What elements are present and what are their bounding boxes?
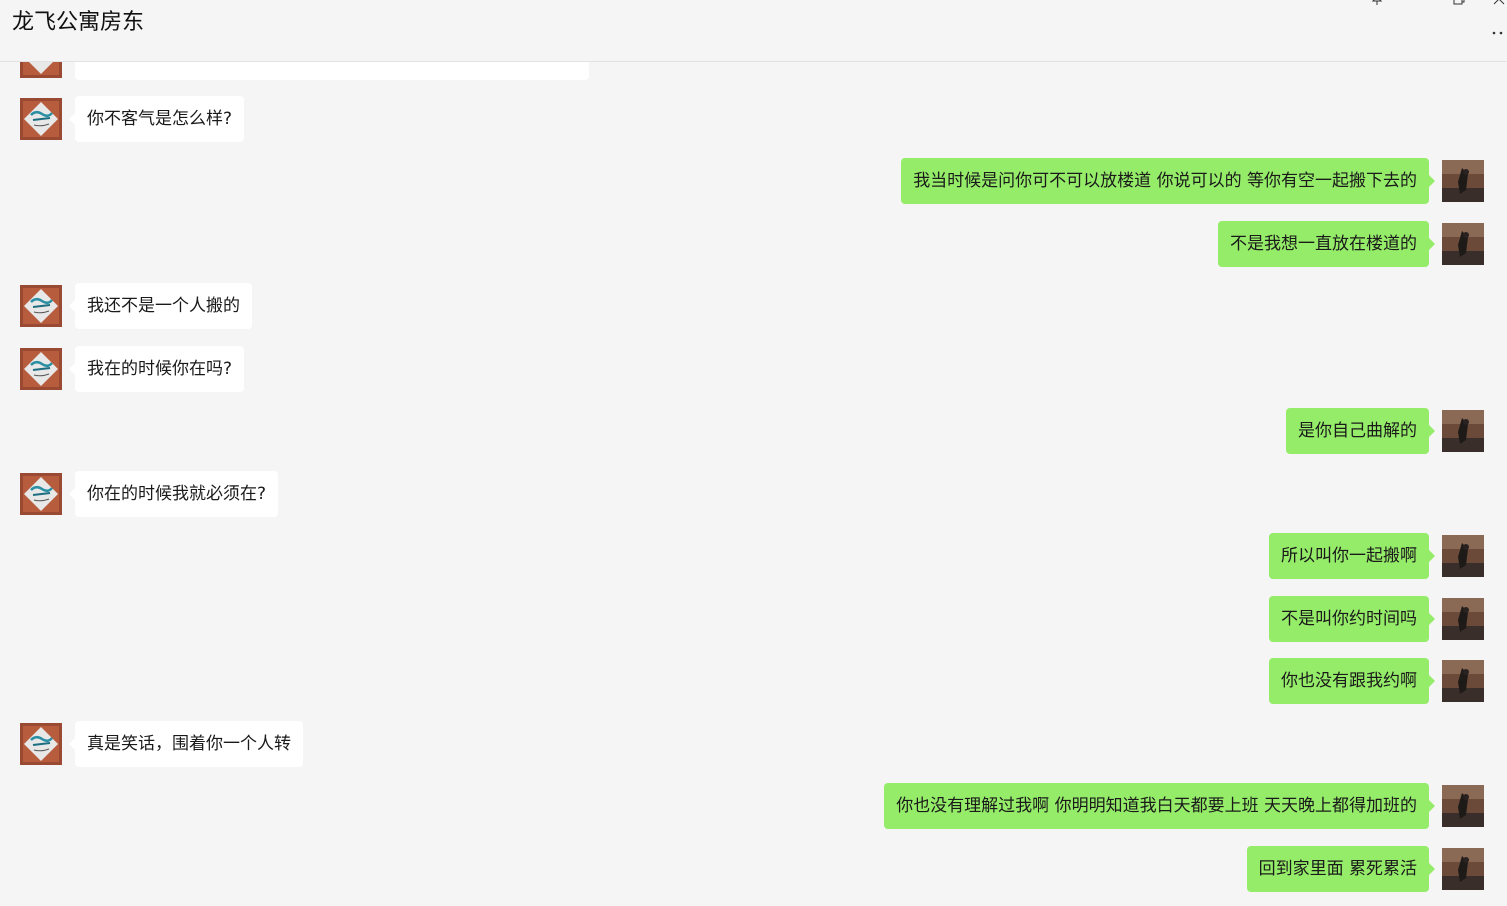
message-bubble[interactable]: 所以叫你一起搬啊 (1269, 533, 1435, 579)
message-bubble[interactable]: 你也没有理解过我啊 你明明知道我白天都要上班 天天晚上都得加班的 (884, 783, 1435, 829)
my-avatar[interactable] (1442, 785, 1484, 827)
message-bubble[interactable]: 我在的时候你在吗? (68, 346, 245, 392)
landlord-avatar[interactable] (20, 98, 62, 140)
my-avatar[interactable] (1442, 848, 1484, 890)
message-bubble[interactable]: 真是笑话，围着你一个人转 (69, 721, 303, 767)
message-list[interactable]: 你不客气是怎么样? 我当时候是问你可不可以放楼道 你说可以的 等你有空一起搬下去… (0, 0, 1507, 906)
message-bubble[interactable]: 你不客气是怎么样? (68, 96, 245, 142)
message-bubble[interactable]: 不是我想一直放在楼道的 (1218, 221, 1435, 267)
message-bubble[interactable]: 你在的时候我就必须在? (68, 471, 279, 517)
maximize-icon[interactable] (1449, 0, 1469, 12)
my-avatar[interactable] (1442, 223, 1484, 265)
my-avatar[interactable] (1442, 598, 1484, 640)
my-avatar[interactable] (1442, 410, 1484, 452)
chat-title: 龙飞公寓房东 (12, 10, 145, 35)
landlord-avatar[interactable] (20, 285, 62, 327)
minimize-icon[interactable] (1408, 0, 1428, 12)
message-bubble[interactable]: 我还不是一个人搬的 (69, 283, 252, 329)
message-bubble[interactable]: 你也没有跟我约啊 (1269, 658, 1435, 704)
landlord-avatar[interactable] (20, 348, 62, 390)
my-avatar[interactable] (1442, 160, 1484, 202)
landlord-avatar[interactable] (20, 723, 62, 765)
my-avatar[interactable] (1442, 535, 1484, 577)
message-bubble[interactable]: 我当时候是问你可不可以放楼道 你说可以的 等你有空一起搬下去的 (901, 158, 1435, 204)
my-avatar[interactable] (1442, 660, 1484, 702)
chat-header: 龙飞公寓房东 (0, 0, 1507, 62)
message-bubble[interactable]: 不是叫你约时间吗 (1269, 596, 1435, 642)
message-bubble[interactable]: 是你自己曲解的 (1286, 408, 1435, 454)
chat-window: 你不客气是怎么样? 我当时候是问你可不可以放楼道 你说可以的 等你有空一起搬下去… (0, 0, 1507, 906)
more-icon[interactable] (1492, 22, 1504, 42)
bottom-edge (0, 898, 1507, 906)
pin-icon[interactable] (1367, 0, 1387, 12)
landlord-avatar[interactable] (20, 473, 62, 515)
close-icon[interactable] (1489, 0, 1507, 12)
message-bubble[interactable]: 回到家里面 累死累活 (1246, 846, 1436, 892)
